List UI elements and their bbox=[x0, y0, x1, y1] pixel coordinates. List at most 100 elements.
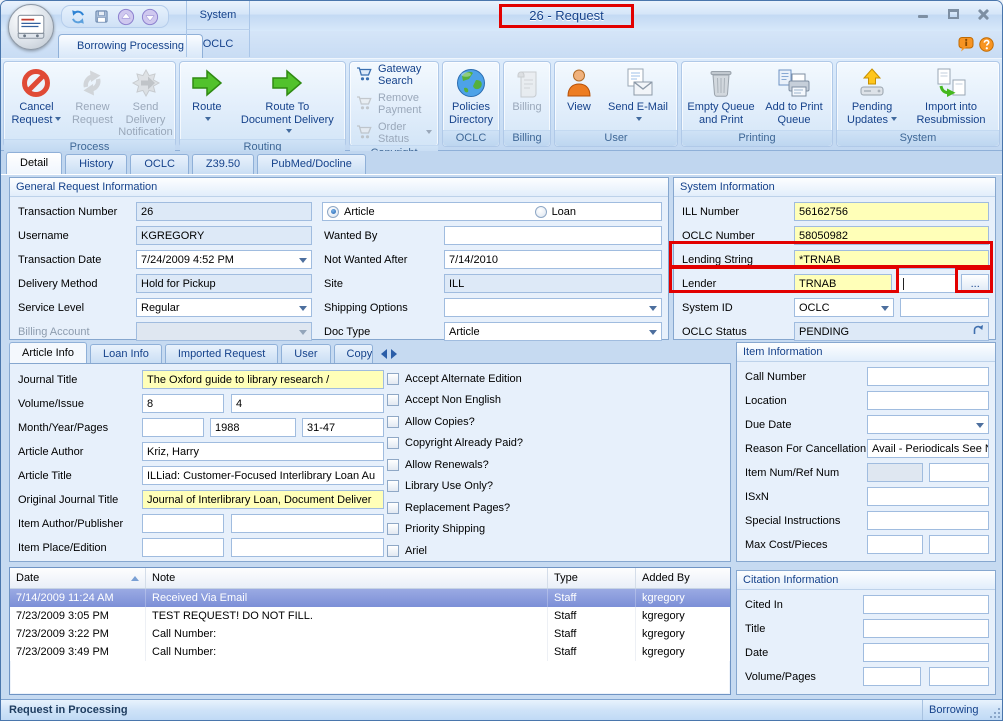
close-button[interactable] bbox=[976, 8, 990, 20]
lender-browse-button[interactable]: ... bbox=[961, 274, 989, 293]
renew-request-button[interactable]: Renew Request bbox=[67, 63, 118, 139]
tab-loan-info[interactable]: Loan Info bbox=[90, 344, 162, 363]
transaction-date-field[interactable]: 7/24/2009 4:52 PM bbox=[136, 250, 312, 269]
month-field[interactable] bbox=[142, 418, 204, 437]
ariel-checkbox[interactable] bbox=[387, 545, 399, 557]
due-date-field[interactable] bbox=[867, 415, 989, 434]
info-icon[interactable] bbox=[958, 37, 974, 55]
remove-payment-button[interactable]: Remove Payment bbox=[356, 92, 432, 116]
previous-request-button[interactable] bbox=[115, 7, 136, 26]
lender-lookup-input[interactable] bbox=[898, 274, 957, 293]
original-journal-title-field[interactable]: Journal of Interlibrary Loan, Document D… bbox=[142, 490, 384, 509]
wanted-by-field[interactable] bbox=[444, 226, 662, 245]
route-to-document-delivery-button[interactable]: Route To Document Delivery bbox=[232, 63, 343, 139]
ill-number-field[interactable]: 56162756 bbox=[794, 202, 989, 221]
replacement-pages-checkbox[interactable] bbox=[387, 502, 399, 514]
maximize-button[interactable] bbox=[946, 8, 960, 20]
issue-field[interactable]: 4 bbox=[231, 394, 384, 413]
item-num-field[interactable] bbox=[867, 463, 923, 482]
delivery-method-field[interactable]: Hold for Pickup bbox=[136, 274, 312, 293]
system-id-extra-input[interactable] bbox=[900, 298, 989, 317]
pages-field[interactable]: 31-47 bbox=[302, 418, 384, 437]
billing-button[interactable]: Billing bbox=[506, 63, 548, 130]
empty-queue-and-print-button[interactable]: Empty Queue and Print bbox=[684, 63, 758, 130]
cancel-request-button[interactable]: Cancel Request bbox=[6, 63, 67, 139]
tab-borrowing-processing[interactable]: Borrowing Processing bbox=[58, 34, 203, 58]
lending-string-field[interactable]: *TRNAB bbox=[794, 250, 989, 269]
item-edition-field[interactable] bbox=[231, 538, 384, 557]
special-instructions-field[interactable] bbox=[867, 511, 989, 530]
tab-scroll-left-icon[interactable] bbox=[376, 349, 387, 359]
minimize-button[interactable] bbox=[916, 8, 930, 20]
refresh-status-icon[interactable] bbox=[972, 324, 984, 339]
max-cost-field[interactable] bbox=[867, 535, 923, 554]
billing-account-field[interactable] bbox=[136, 322, 312, 341]
oclc-status-field[interactable]: PENDING bbox=[794, 322, 989, 341]
isxn-field[interactable] bbox=[867, 487, 989, 506]
dropdown-arrow-icon[interactable] bbox=[649, 330, 657, 339]
table-row[interactable]: 7/23/2009 3:05 PM TEST REQUEST! DO NOT F… bbox=[10, 607, 730, 625]
allow-copies-checkbox[interactable] bbox=[387, 416, 399, 428]
call-number-field[interactable] bbox=[867, 367, 989, 386]
send-email-button[interactable]: Send E-Mail bbox=[601, 63, 675, 130]
citation-volume-field[interactable] bbox=[863, 667, 921, 686]
item-place-field[interactable] bbox=[142, 538, 224, 557]
gateway-search-button[interactable]: Gateway Search bbox=[356, 63, 432, 87]
doc-type-field[interactable]: Article bbox=[444, 322, 662, 341]
not-wanted-after-field[interactable]: 7/14/2010 bbox=[444, 250, 662, 269]
article-author-field[interactable]: Kriz, Harry bbox=[142, 442, 384, 461]
accept-non-english-checkbox[interactable] bbox=[387, 394, 399, 406]
menu-tab-system[interactable]: System bbox=[186, 1, 250, 29]
help-icon[interactable] bbox=[979, 37, 994, 55]
tab-user[interactable]: User bbox=[281, 344, 330, 363]
view-user-button[interactable]: View bbox=[557, 63, 601, 130]
policies-directory-button[interactable]: Policies Directory bbox=[445, 63, 497, 130]
tab-article-info[interactable]: Article Info bbox=[9, 342, 87, 363]
reason-for-cancellation-field[interactable]: Avail - Periodicals See Not bbox=[867, 439, 989, 458]
column-header-type[interactable]: Type bbox=[548, 568, 636, 588]
tab-scroll-right-icon[interactable] bbox=[391, 349, 402, 359]
allow-renewals-checkbox[interactable] bbox=[387, 459, 399, 471]
dropdown-arrow-icon[interactable] bbox=[649, 306, 657, 315]
site-field[interactable]: ILL bbox=[444, 274, 662, 293]
citation-title-field[interactable] bbox=[863, 619, 989, 638]
accept-alternate-edition-checkbox[interactable] bbox=[387, 373, 399, 385]
send-delivery-notification-button[interactable]: Send Delivery Notification bbox=[118, 63, 173, 139]
system-id-field[interactable]: OCLC bbox=[794, 298, 894, 317]
dropdown-arrow-icon[interactable] bbox=[299, 258, 307, 267]
year-field[interactable]: 1988 bbox=[210, 418, 296, 437]
refresh-button[interactable] bbox=[67, 7, 88, 26]
import-into-resubmission-button[interactable]: Import into Resubmission bbox=[905, 63, 997, 130]
item-author-field[interactable] bbox=[142, 514, 224, 533]
tab-oclc[interactable]: OCLC bbox=[130, 154, 189, 174]
ref-num-field[interactable] bbox=[929, 463, 989, 482]
table-row[interactable]: 7/23/2009 3:49 PM Call Number: Staff kgr… bbox=[10, 643, 730, 661]
order-status-button[interactable]: Order Status bbox=[356, 121, 432, 145]
save-button[interactable] bbox=[91, 7, 112, 26]
shipping-options-field[interactable] bbox=[444, 298, 662, 317]
menu-tab-oclc[interactable]: OCLC bbox=[186, 29, 250, 57]
loan-radio[interactable] bbox=[535, 206, 547, 218]
citation-date-field[interactable] bbox=[863, 643, 989, 662]
transaction-number-field[interactable]: 26 bbox=[136, 202, 312, 221]
tab-z3950[interactable]: Z39.50 bbox=[192, 154, 254, 174]
tab-pubmed-docline[interactable]: PubMed/Docline bbox=[257, 154, 366, 174]
volume-field[interactable]: 8 bbox=[142, 394, 224, 413]
dropdown-arrow-icon[interactable] bbox=[299, 306, 307, 315]
column-header-added-by[interactable]: Added By bbox=[636, 568, 730, 588]
resize-grip[interactable] bbox=[990, 708, 1000, 718]
tab-detail[interactable]: Detail bbox=[6, 152, 62, 174]
cited-in-field[interactable] bbox=[863, 595, 989, 614]
next-request-button[interactable] bbox=[139, 7, 160, 26]
location-field[interactable] bbox=[867, 391, 989, 410]
column-header-date[interactable]: Date bbox=[10, 568, 146, 588]
oclc-number-field[interactable]: 58050982 bbox=[794, 226, 989, 245]
application-menu-button[interactable] bbox=[8, 4, 54, 50]
copyright-already-paid-checkbox[interactable] bbox=[387, 437, 399, 449]
pieces-field[interactable] bbox=[929, 535, 989, 554]
citation-pages-field[interactable] bbox=[929, 667, 989, 686]
username-field[interactable]: KGREGORY bbox=[136, 226, 312, 245]
column-header-note[interactable]: Note bbox=[146, 568, 548, 588]
journal-title-field[interactable]: The Oxford guide to library research / bbox=[142, 370, 384, 389]
article-radio[interactable] bbox=[327, 206, 339, 218]
